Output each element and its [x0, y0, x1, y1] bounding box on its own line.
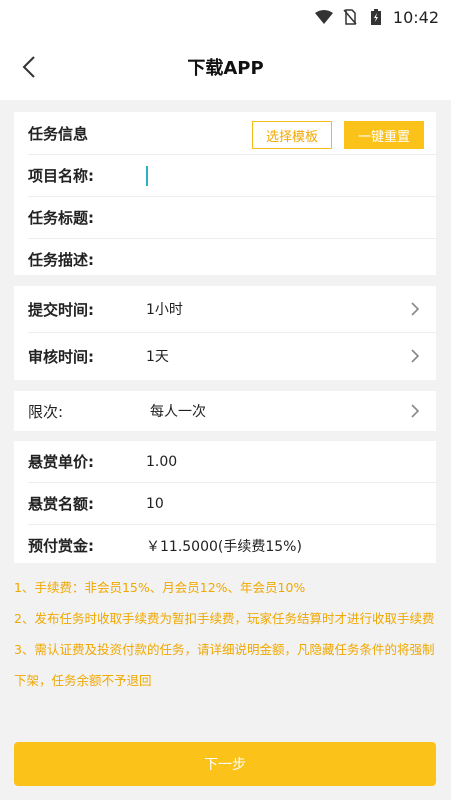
prepaid-value: ￥11.5000(手续费15%) [146, 538, 302, 555]
quota-label: 悬赏名额: [28, 495, 94, 513]
limit-card: 限次: 每人一次 [14, 391, 436, 431]
page-title: 下载APP [187, 58, 264, 79]
quota-row[interactable]: 悬赏名额: 10 [14, 483, 436, 524]
note-line-1: 1、手续费：非会员15%、月会员12%、年会员10% [14, 580, 306, 595]
unit-price-value[interactable]: 1.00 [146, 454, 177, 470]
chevron-right-icon [411, 349, 420, 363]
no-sim-icon [341, 9, 359, 25]
task-info-header: 任务信息 选择模板 一键重置 [14, 112, 436, 154]
submit-time-label: 提交时间: [28, 300, 94, 319]
reset-button[interactable]: 一键重置 [344, 121, 424, 149]
limit-row[interactable]: 限次: 每人一次 [14, 391, 436, 431]
task-title-label: 任务标题: [28, 209, 94, 227]
prepaid-row: 预付赏金: ￥11.5000(手续费15%) [14, 525, 436, 566]
chevron-left-icon [22, 56, 35, 78]
header-bar: 下载APP [0, 34, 451, 100]
limit-value: 每人一次 [150, 404, 206, 420]
prepaid-label: 预付赏金: [28, 537, 94, 555]
fee-notes: 1、手续费：非会员15%、月会员12%、年会员10% 2、发布任务时收取手续费为… [14, 572, 439, 696]
battery-icon [367, 9, 385, 25]
review-time-row[interactable]: 审核时间: 1天 [14, 333, 436, 379]
unit-price-label: 悬赏单价: [28, 453, 94, 471]
review-time-label: 审核时间: [28, 347, 94, 366]
project-name-row[interactable]: 项目名称: [14, 155, 436, 196]
submit-time-value: 1小时 [146, 302, 183, 318]
status-bar: 10:42 [0, 0, 451, 34]
review-time-value: 1天 [146, 349, 169, 365]
chevron-right-icon [411, 302, 420, 316]
text-cursor [146, 165, 148, 186]
task-desc-label: 任务描述: [28, 251, 94, 269]
submit-time-row[interactable]: 提交时间: 1小时 [14, 286, 436, 332]
unit-price-row[interactable]: 悬赏单价: 1.00 [14, 441, 436, 482]
choose-template-button[interactable]: 选择模板 [252, 121, 332, 149]
quota-value[interactable]: 10 [146, 496, 164, 512]
task-info-card: 任务信息 选择模板 一键重置 项目名称: 任务标题: 任务描述: [14, 112, 436, 275]
wifi-icon [314, 9, 333, 25]
limit-label: 限次: [28, 402, 64, 421]
next-step-button[interactable]: 下一步 [14, 742, 436, 786]
status-time: 10:42 [392, 7, 439, 27]
note-line-2: 2、发布任务时收取手续费为暂扣手续费，玩家任务结算时才进行收取手续费 [14, 611, 435, 626]
task-desc-row[interactable]: 任务描述: [14, 239, 436, 280]
chevron-right-icon [411, 404, 420, 418]
note-line-3: 3、需认证费及投资付款的任务，请详细说明金额，凡隐藏任务条件的将强制下架，任务余… [14, 642, 435, 688]
back-button[interactable] [14, 52, 44, 82]
reward-card: 悬赏单价: 1.00 悬赏名额: 10 预付赏金: ￥11.5000(手续费15… [14, 441, 436, 563]
task-title-row[interactable]: 任务标题: [14, 197, 436, 238]
project-name-label: 项目名称: [28, 167, 94, 185]
section-title: 任务信息 [28, 124, 89, 143]
timing-card: 提交时间: 1小时 审核时间: 1天 [14, 286, 436, 380]
